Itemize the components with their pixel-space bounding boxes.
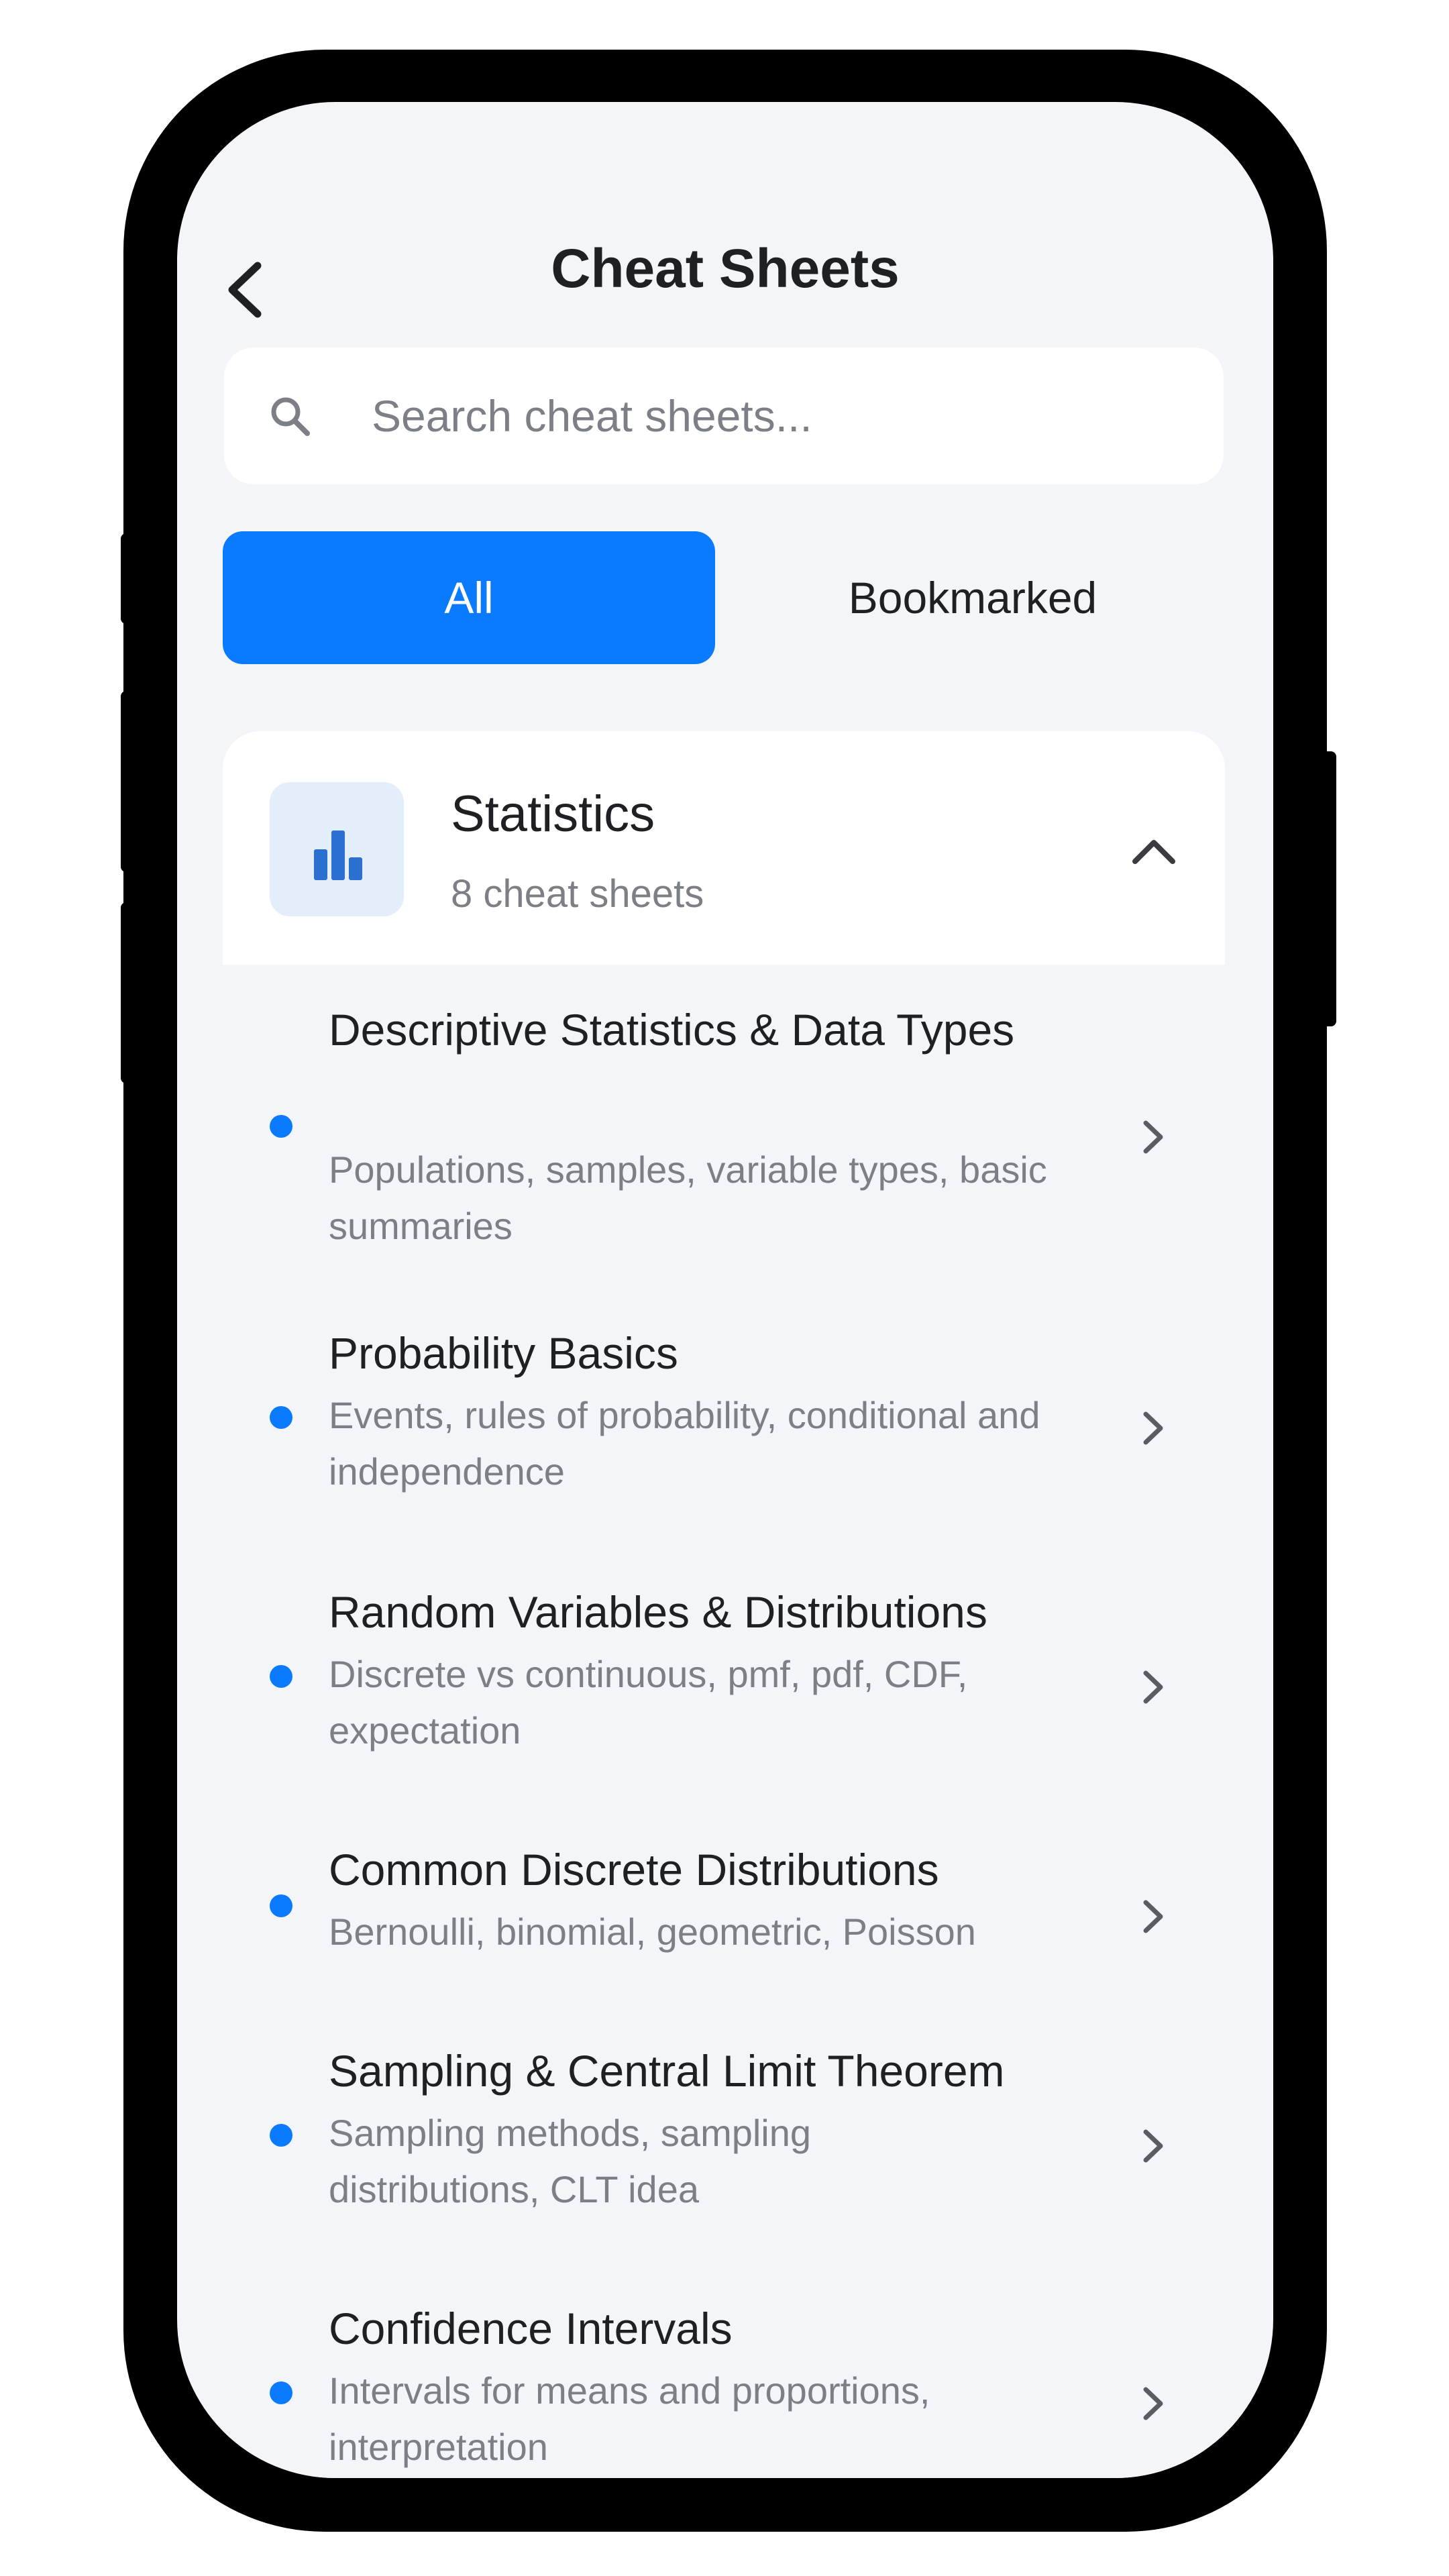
status-dot (270, 1115, 292, 1138)
chevron-right-icon (1143, 1900, 1163, 1933)
tab-bookmarked[interactable]: Bookmarked (720, 531, 1225, 664)
category-icon-box (270, 782, 404, 916)
status-dot (270, 1894, 292, 1917)
search-icon (271, 397, 310, 436)
status-dot (270, 2124, 292, 2147)
list-item[interactable]: Random Variables & Distributions Discret… (223, 1546, 1225, 1803)
search-bar[interactable] (224, 347, 1224, 484)
list-item[interactable]: Common Discrete Distributions Bernoulli,… (223, 1803, 1225, 2004)
list-item[interactable]: Sampling & Central Limit Theorem Samplin… (223, 2004, 1225, 2262)
item-subtitle: Intervals for means and proportions, int… (329, 2369, 930, 2468)
bar-chart-icon (314, 830, 362, 880)
chevron-right-icon (1143, 2129, 1163, 2163)
list-item[interactable]: Confidence Intervals Intervals for means… (223, 2262, 1225, 2478)
item-subtitle: Discrete vs continuous, pmf, pdf, CDF, e… (329, 1653, 968, 1752)
chevron-right-icon (1143, 1670, 1163, 1704)
status-dot (270, 2381, 292, 2404)
tab-all-label: All (444, 573, 494, 623)
item-title: Descriptive Statistics & Data Types (329, 1005, 1015, 1055)
item-title: Random Variables & Distributions (329, 1587, 987, 1637)
tab-bookmarked-label: Bookmarked (848, 573, 1097, 623)
chevron-up-icon[interactable] (1126, 822, 1182, 879)
tab-all[interactable]: All (223, 531, 715, 664)
item-title: Sampling & Central Limit Theorem (329, 2046, 1005, 2096)
item-subtitle: Events, rules of probability, conditiona… (329, 1394, 1040, 1493)
item-title: Common Discrete Distributions (329, 1845, 939, 1894)
search-input[interactable] (372, 385, 1190, 447)
status-dot (270, 1665, 292, 1688)
app-screen: Cheat Sheets All Bookmarked Statistics 8… (177, 102, 1273, 2478)
chevron-right-icon (1143, 2387, 1163, 2420)
status-dot (270, 1406, 292, 1429)
item-subtitle: Populations, samples, variable types, ba… (329, 1148, 1047, 1247)
category-header[interactable]: Statistics 8 cheat sheets (223, 731, 1225, 965)
list-item[interactable]: Probability Basics Events, rules of prob… (223, 1287, 1225, 1546)
category-card: Statistics 8 cheat sheets Descriptive St… (223, 731, 1225, 2478)
item-subtitle: Bernoulli, binomial, geometric, Poisson (329, 1911, 976, 1953)
category-title: Statistics (451, 786, 655, 843)
item-subtitle: Sampling methods, sampling distributions… (329, 2112, 812, 2210)
item-title: Probability Basics (329, 1328, 678, 1378)
category-count: 8 cheat sheets (451, 872, 704, 916)
chevron-right-icon (1143, 1411, 1163, 1445)
chevron-right-icon (1143, 1120, 1163, 1154)
item-title: Confidence Intervals (329, 2304, 733, 2353)
list-item[interactable]: Descriptive Statistics & Data Types Popu… (223, 965, 1225, 1287)
page-title: Cheat Sheets (551, 238, 900, 299)
